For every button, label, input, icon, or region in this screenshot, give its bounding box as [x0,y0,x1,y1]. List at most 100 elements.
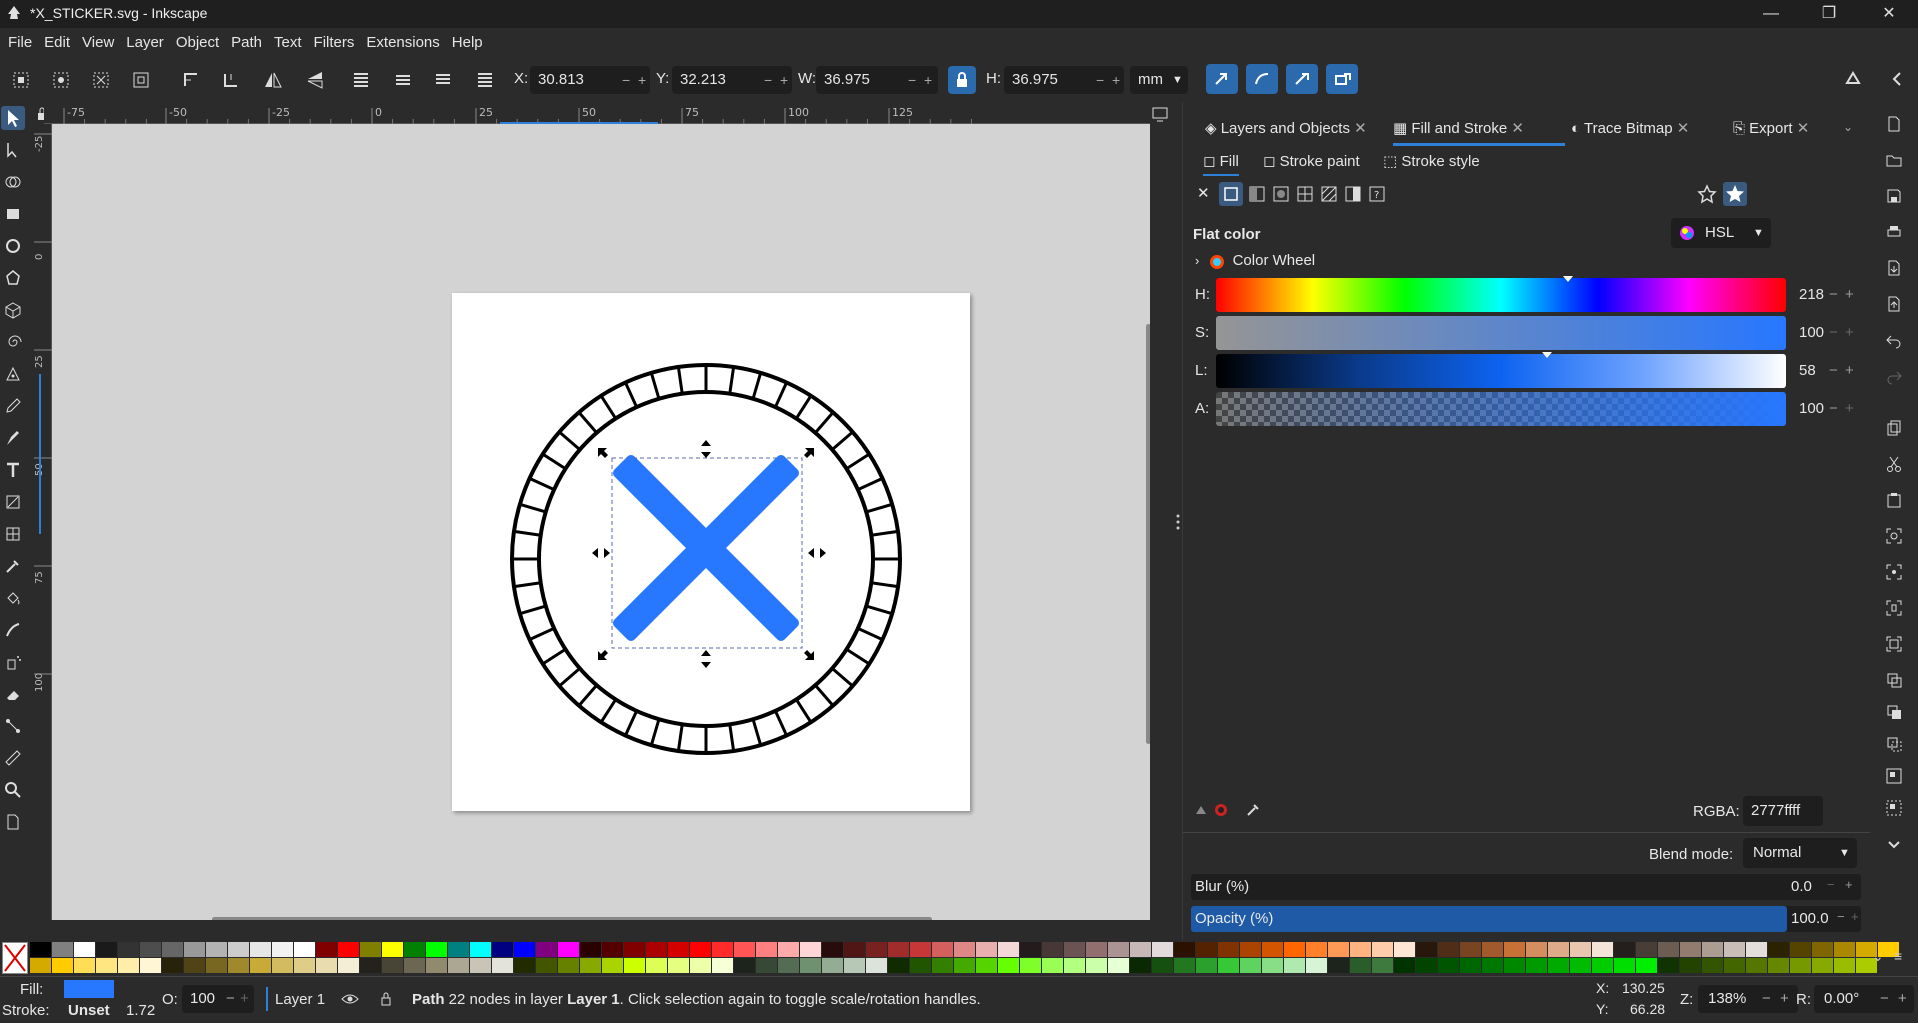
palette-swatch[interactable] [1812,958,1833,973]
unlink-clone-icon[interactable] [1884,734,1904,754]
menu-filters[interactable]: Filters [308,28,361,58]
selector-tool[interactable] [1,106,25,130]
paste-icon[interactable] [1884,490,1904,510]
sticker-artwork[interactable] [452,293,970,811]
pencil-tool-icon[interactable] [3,396,23,416]
palette-swatch[interactable] [668,942,689,957]
palette-swatch[interactable] [646,942,667,957]
tab-layers-and-objects[interactable]: ◈ Layers and Objects ✕ [1205,112,1367,146]
palette-swatch[interactable] [800,958,821,973]
w-decrement[interactable]: − [908,66,916,94]
zoom-drawing-icon[interactable] [1884,562,1904,582]
swatch-none[interactable] [2,942,28,974]
x-field[interactable]: 30.813 − + [530,66,650,94]
lower-icon[interactable] [428,65,458,95]
ring-tick[interactable] [676,724,684,752]
palette-swatch[interactable] [1064,942,1085,957]
palette-swatch[interactable] [580,958,601,973]
close-tab-icon[interactable]: ✕ [1507,120,1524,137]
palette-swatch[interactable] [492,942,513,957]
blur-decrement[interactable]: − [1827,877,1835,892]
ring-tick[interactable] [728,724,736,752]
palette-swatch[interactable] [1130,942,1151,957]
palette-swatch[interactable] [404,942,425,957]
palette-swatch[interactable] [1702,942,1723,957]
raise-icon[interactable] [388,65,418,95]
rotate-field[interactable]: 0.00° − + [1814,985,1914,1013]
palette-swatch[interactable] [1724,942,1745,957]
palette-menu-icon[interactable]: ≡ [1894,948,1902,964]
ring-tick[interactable] [795,394,813,420]
tab-export[interactable]: ⎘ Export ✕ [1733,112,1809,146]
color-mode-select[interactable]: HSL ▼ [1671,218,1771,248]
palette-swatch[interactable] [778,942,799,957]
palette-swatch[interactable] [470,958,491,973]
palette-swatch[interactable] [250,958,271,973]
palette-swatch[interactable] [206,958,227,973]
ring-tick[interactable] [814,684,835,707]
cut-icon[interactable] [1884,454,1904,474]
w-field[interactable]: 36.975 − + [816,66,938,94]
hue-value[interactable]: 218− + [1791,278,1861,312]
rotate-ccw-icon[interactable] [176,65,206,95]
h-decrement[interactable]: − [1096,66,1104,94]
palette-swatch[interactable] [888,958,909,973]
palette-swatch[interactable] [822,958,843,973]
lightness-slider[interactable] [1216,352,1786,388]
palette-swatch[interactable] [74,942,95,957]
ring-tick[interactable] [513,581,541,589]
palette-swatch[interactable] [228,942,249,957]
palette-swatch[interactable] [910,958,931,973]
more-commands-icon[interactable] [1884,834,1904,854]
palette-swatch[interactable] [206,942,227,957]
palette-swatch[interactable] [712,942,733,957]
menu-help[interactable]: Help [446,28,489,58]
save-icon[interactable] [1884,186,1904,206]
palette-swatch[interactable] [602,958,623,973]
palette-swatch[interactable] [690,942,711,957]
rotate-cw-icon[interactable] [216,65,246,95]
palette-swatch[interactable] [294,942,315,957]
select-all-icon[interactable] [6,65,36,95]
palette-swatch[interactable] [1768,958,1789,973]
unset-paint-icon[interactable]: ? [1367,184,1387,204]
zoom-field[interactable]: 138% − + [1698,985,1798,1013]
palette-swatch[interactable] [1350,958,1371,973]
palette-swatch[interactable] [888,942,909,957]
print-icon[interactable] [1884,222,1904,242]
palette-swatch[interactable] [1724,958,1745,973]
palette-swatch[interactable] [338,942,359,957]
tabs-overflow-icon[interactable]: ⌄ [1843,120,1853,134]
zoom-page-icon[interactable] [1884,598,1904,618]
ring-tick[interactable] [624,710,638,737]
shape-builder-icon[interactable] [3,172,23,192]
palette-swatch[interactable] [1482,958,1503,973]
zoom-selection-icon[interactable] [1884,526,1904,546]
ring-tick[interactable] [519,604,547,616]
tab-trace-bitmap[interactable]: ◐ Trace Bitmap ✕ [1571,112,1689,146]
palette-swatch[interactable] [1460,958,1481,973]
palette-swatch[interactable] [1262,958,1283,973]
subtab-fill[interactable]: ◻ Fill [1203,150,1239,176]
ring-tick[interactable] [558,430,581,451]
palette-swatch[interactable] [866,942,887,957]
palette-swatch[interactable] [1548,942,1569,957]
no-paint-icon[interactable]: ✕ [1197,184,1210,202]
pen-tool-icon[interactable] [3,364,23,384]
palette-swatch[interactable] [976,942,997,957]
flip-vertical-icon[interactable] [300,65,330,95]
ring-tick[interactable] [676,366,684,394]
palette-swatch[interactable] [360,958,381,973]
minimize-button[interactable]: — [1742,0,1800,28]
palette-swatch[interactable] [734,958,755,973]
vertical-scrollbar[interactable] [1146,324,1150,744]
copy-icon[interactable] [1884,418,1904,438]
ring-tick[interactable] [528,477,555,491]
ring-tick[interactable] [728,366,736,394]
palette-swatch[interactable] [954,958,975,973]
h-field[interactable]: 36.975 − + [1004,66,1124,94]
hue-slider-thumb[interactable] [1563,276,1573,282]
gradient-tool-icon[interactable] [3,492,23,512]
close-tab-icon[interactable]: ✕ [1793,120,1810,137]
palette-swatch[interactable] [954,942,975,957]
